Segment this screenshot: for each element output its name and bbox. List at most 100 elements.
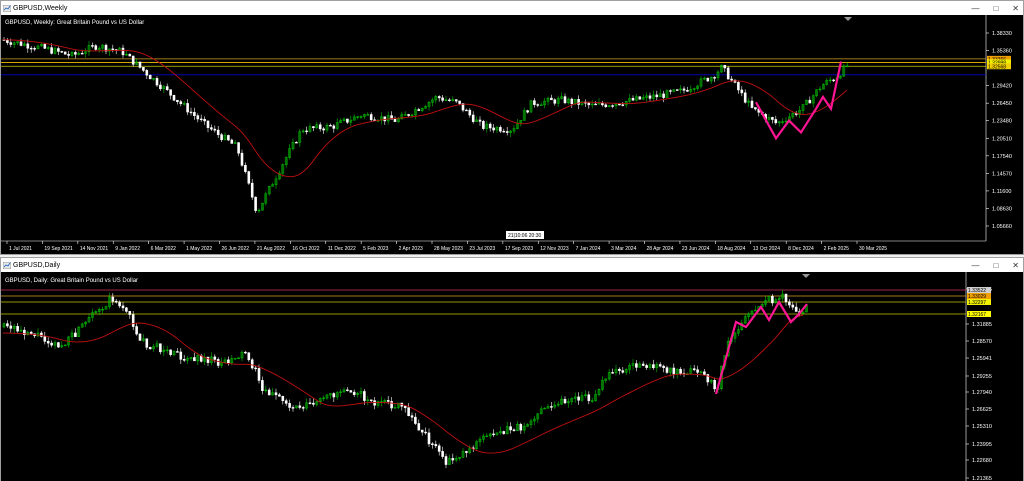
candle-body [774,119,778,124]
candle-body [247,352,251,361]
candle-body [482,121,485,129]
candle-body [9,42,13,45]
date-tick-label: 12 Nov 2023 [540,246,569,252]
candle-body [682,88,686,91]
close-icon[interactable]: ✕ [1012,261,1019,270]
candle-body [281,395,285,402]
candle-body [788,301,791,306]
candle-body [247,171,251,184]
candle-body [754,107,757,110]
weekly-window-title: GBPUSD,Weekly [13,4,68,12]
candle-body [199,118,203,121]
candle-body [458,100,461,104]
weekly-chart-window[interactable]: GBPUSD,Weekly — □ ✕ GBPUSD, Weekly: Grea… [0,0,1024,255]
candle-body [346,118,349,123]
candle-body [203,119,206,122]
chart-shift-marker-icon [844,17,852,21]
candle-body [410,415,414,418]
candle-body [604,104,608,108]
price-tick-label: 1.26450 [992,101,1012,107]
daily-chart-area[interactable]: GBPUSD, Daily: Great Britain Pound vs US… [1,272,1023,481]
candle-body [488,123,492,129]
candle-body [444,456,448,465]
candle-body [193,112,196,116]
candle-body [244,165,247,172]
candle-body [138,61,142,68]
candle-body [193,357,196,362]
date-tick-label: 23 Jun 2024 [682,246,710,252]
price-tick-label: 1.17540 [992,154,1012,160]
candle-body [114,300,118,303]
candle-body [611,105,614,107]
daily-chart-window[interactable]: GBPUSD,Daily — □ ✕ GBPUSD, Daily: Great … [0,257,1024,481]
candle-body [128,53,132,57]
candle-body [512,429,516,431]
candle-body [169,89,172,96]
price-tick-label: 1.29255 [972,374,992,380]
candle-body [254,196,257,211]
candle-body [587,102,591,106]
candle-body [696,369,699,373]
candle-body [832,79,835,82]
candle-body [570,98,574,104]
candle-body [726,67,730,80]
candle-body [414,416,417,424]
price-tick-label: 1.11600 [992,189,1011,195]
candle-body [186,103,189,113]
minimize-icon[interactable]: — [971,261,979,270]
candle-body [621,104,625,106]
candle-body [142,67,145,71]
candle-body [230,139,234,144]
candle-body [686,89,689,92]
chart-label: GBPUSD, Weekly: Great Britain Pound vs U… [5,20,144,26]
candle-body [658,364,662,367]
candle-body [250,182,254,198]
candle-body [206,120,210,128]
candle-body [553,99,557,104]
candle-body [29,47,33,50]
candle-body [227,135,230,141]
candle-body [771,117,774,120]
weekly-chart-canvas[interactable]: GBPUSD, Weekly: Great Britain Pound vs U… [1,15,1023,254]
candle-body [179,101,183,105]
weekly-window-titlebar[interactable]: GBPUSD,Weekly — □ ✕ [1,1,1023,15]
candle-body [121,305,125,309]
candle-body [427,432,431,445]
candle-body [332,125,336,129]
candle-body [635,363,638,368]
candle-body [63,51,67,55]
restore-icon[interactable]: □ [993,261,998,270]
candle-body [713,380,716,390]
candle-body [794,306,798,312]
price-tick-label: 1.23995 [972,442,992,448]
candle-body [390,401,393,409]
chart-window-icon [2,261,12,269]
candle-body [808,99,812,104]
candle-body [441,97,444,101]
candle-body [740,89,744,94]
date-tick-label: 26 Jun 2022 [222,246,250,252]
daily-chart-canvas[interactable]: GBPUSD, Daily: Great Britain Pound vs US… [1,272,1023,481]
candle-body [60,51,64,53]
candle-body [305,130,308,133]
candle-body [19,41,23,46]
candle-body [618,368,621,371]
weekly-chart-area[interactable]: GBPUSD, Weekly: Great Britain Pound vs U… [1,15,1023,254]
candle-body [213,356,217,360]
candle-body [672,367,676,375]
date-tick-label: 28 May 2023 [434,246,463,252]
close-icon[interactable]: ✕ [1012,4,1019,13]
candle-body [631,98,635,101]
candle-body [448,99,451,102]
candle-body [308,402,312,404]
price-tick-label: 1.25941 [972,356,992,362]
restore-icon[interactable]: □ [993,4,998,13]
candle-body [437,445,441,452]
daily-window-titlebar[interactable]: GBPUSD,Daily — □ ✕ [1,258,1023,272]
minimize-icon[interactable]: — [971,4,979,13]
candle-body [505,131,509,133]
price-tick-label: 1.20510 [992,136,1012,142]
candle-body [407,407,410,416]
date-tick-label: 1 May 2022 [186,246,212,252]
candle-body [111,296,115,302]
